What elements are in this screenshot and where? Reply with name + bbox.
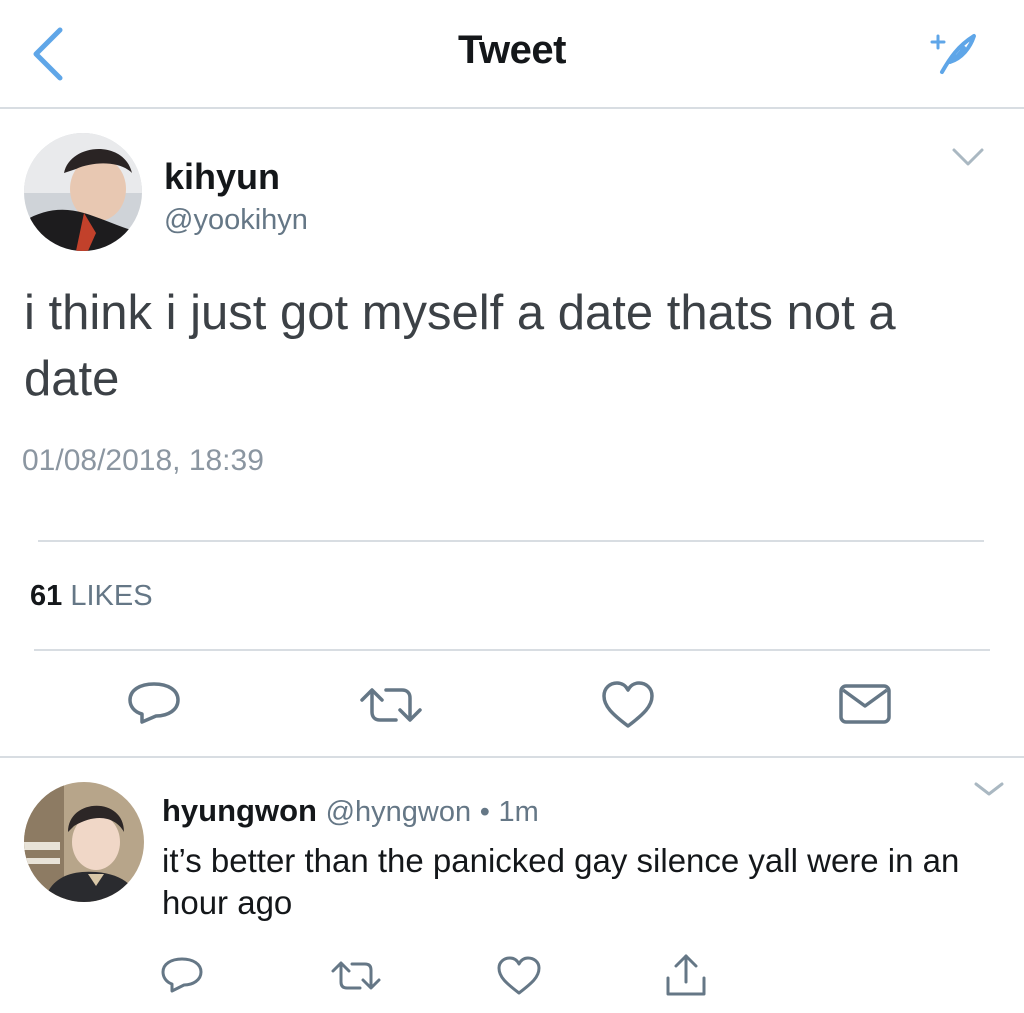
tweet-timestamp: 01/08/2018, 18:39 [22,444,264,477]
reply-time: 1m [498,796,539,828]
stats-bottom-divider [34,649,990,651]
likes-number: 61 [30,580,63,612]
compose-button[interactable] [928,28,980,78]
author-name[interactable]: kihyun [164,156,280,198]
reply-text: it’s better than the panicked gay silenc… [162,842,960,921]
reply-separator: • [479,796,490,828]
reply-icon [128,682,180,724]
chevron-down-icon [952,148,984,166]
reply-icon [161,957,203,993]
chevron-down-icon [974,782,1004,796]
reply-header: hyungwon @hyngwon • 1m [162,793,539,829]
header-divider [0,107,1024,109]
likes-count[interactable]: 61 LIKES [30,580,153,613]
reply-author-name[interactable]: hyungwon [162,793,317,828]
reply-reply-button[interactable] [160,955,204,997]
stats-top-divider [38,540,984,542]
direct-message-button[interactable] [838,682,892,726]
retweet-icon [331,961,381,990]
author-handle[interactable]: @yookihyn [164,204,308,237]
like-button[interactable] [600,680,656,730]
reply-like-button[interactable] [496,955,542,997]
like-icon [497,956,541,995]
retweet-icon [360,688,422,722]
tweet-options-button[interactable] [948,142,988,172]
reply-avatar[interactable] [24,782,144,902]
avatar[interactable] [24,133,142,251]
like-icon [602,681,654,728]
reply-author-handle[interactable]: @hyngwon [326,796,472,828]
direct-message-icon [839,684,891,724]
reply-button[interactable] [126,680,182,730]
share-icon [666,954,706,996]
likes-label: LIKES [70,580,153,612]
retweet-button[interactable] [358,680,424,730]
section-divider [0,756,1024,758]
compose-tweet-icon [930,34,976,74]
reply-retweet-button[interactable] [330,955,382,997]
page-title: Tweet [458,28,566,72]
tweet-text: i think i just got myself a date thats n… [24,286,896,406]
reply-options-button[interactable] [970,778,1008,802]
reply-share-button[interactable] [664,952,708,998]
